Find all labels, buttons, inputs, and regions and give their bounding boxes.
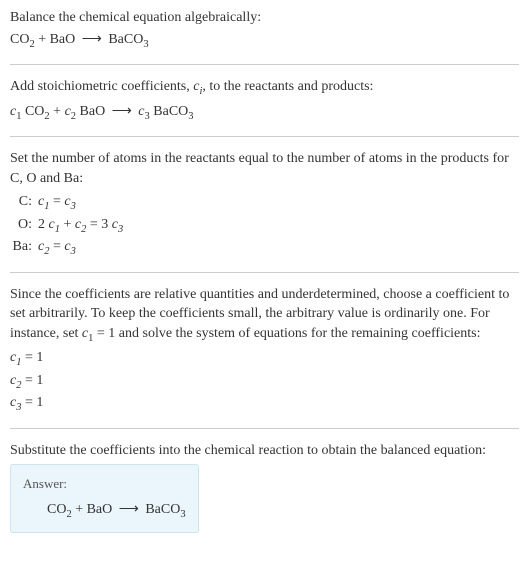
product-baco3: BaCO	[105, 32, 144, 47]
atom-label: Ba:	[10, 237, 38, 257]
reactant-co2: CO	[10, 32, 29, 47]
atom-label: O:	[10, 215, 38, 235]
answer-label: Answer:	[23, 475, 186, 493]
coefficient-list: c1 = 1 c2 = 1 c3 = 1	[10, 348, 519, 415]
intro-section: Balance the chemical equation algebraica…	[10, 8, 519, 52]
stoich-equation: c1 CO2 + c2 BaO ⟶ c3 BaCO3	[10, 102, 519, 124]
stoich-text: Add stoichiometric coefficients, ci, to …	[10, 77, 519, 99]
c3s: 3	[71, 246, 76, 257]
baco3-sub: 3	[180, 508, 185, 519]
plus: +	[60, 217, 75, 232]
baco3-term: BaCO	[150, 104, 189, 119]
atom-equation: c1 = c3	[38, 192, 76, 214]
atoms-text: Set the number of atoms in the reactants…	[10, 149, 519, 188]
coeff-row: c1 = 1	[10, 348, 519, 370]
answer-box: Answer: CO2 + BaO ⟶ BaCO3	[10, 464, 199, 533]
atom-equation: c2 = c3	[38, 237, 76, 259]
val: = 1	[21, 350, 43, 365]
divider	[10, 272, 519, 273]
atom-equation: 2 c1 + c2 = 3 c3	[38, 215, 123, 237]
solve-text-b: = 1 and solve the system of equations fo…	[93, 326, 480, 341]
divider	[10, 136, 519, 137]
baco3-sub: 3	[188, 110, 193, 121]
solve-section: Since the coefficients are relative quan…	[10, 285, 519, 416]
answer-equation: CO2 + BaO ⟶ BaCO3	[23, 500, 186, 522]
stoich-text-a: Add stoichiometric coefficients,	[10, 79, 193, 94]
atom-label: C:	[10, 192, 38, 212]
c3s: 3	[71, 201, 76, 212]
eq: =	[49, 194, 64, 209]
stoich-text-b: , to the reactants and products:	[202, 79, 373, 94]
c3s: 3	[118, 224, 123, 235]
val: = 1	[21, 373, 43, 388]
divider	[10, 428, 519, 429]
intro-equation: CO2 + BaO ⟶ BaCO3	[10, 30, 519, 52]
atoms-section: Set the number of atoms in the reactants…	[10, 149, 519, 260]
val: = 1	[21, 395, 43, 410]
baco3: BaCO	[142, 502, 181, 517]
arrow-icon: ⟶	[109, 104, 135, 119]
arrow-icon: ⟶	[79, 32, 105, 47]
intro-text: Balance the chemical equation algebraica…	[10, 8, 519, 28]
eq: = 3	[86, 217, 111, 232]
coeff-row: c3 = 1	[10, 393, 519, 415]
prefix: 2	[38, 217, 49, 232]
baco3-sub: 3	[143, 38, 148, 49]
arrow-icon: ⟶	[116, 502, 142, 517]
co2: CO	[47, 502, 66, 517]
plus-bao: + BaO	[35, 32, 79, 47]
bao-term: BaO	[76, 104, 109, 119]
plus: +	[50, 104, 65, 119]
substitute-text: Substitute the coefficients into the che…	[10, 441, 519, 461]
divider	[10, 64, 519, 65]
atom-balance-table: C: c1 = c3 O: 2 c1 + c2 = 3 c3 Ba: c2 = …	[10, 192, 519, 259]
coeff-row: c2 = 1	[10, 371, 519, 393]
atom-row-ba: Ba: c2 = c3	[10, 237, 519, 259]
co2-term: CO	[21, 104, 44, 119]
substitute-section: Substitute the coefficients into the che…	[10, 441, 519, 533]
solve-text: Since the coefficients are relative quan…	[10, 285, 519, 347]
atom-row-o: O: 2 c1 + c2 = 3 c3	[10, 215, 519, 237]
plus-bao: + BaO	[72, 502, 116, 517]
eq: =	[49, 239, 64, 254]
stoich-section: Add stoichiometric coefficients, ci, to …	[10, 77, 519, 124]
atom-row-c: C: c1 = c3	[10, 192, 519, 214]
